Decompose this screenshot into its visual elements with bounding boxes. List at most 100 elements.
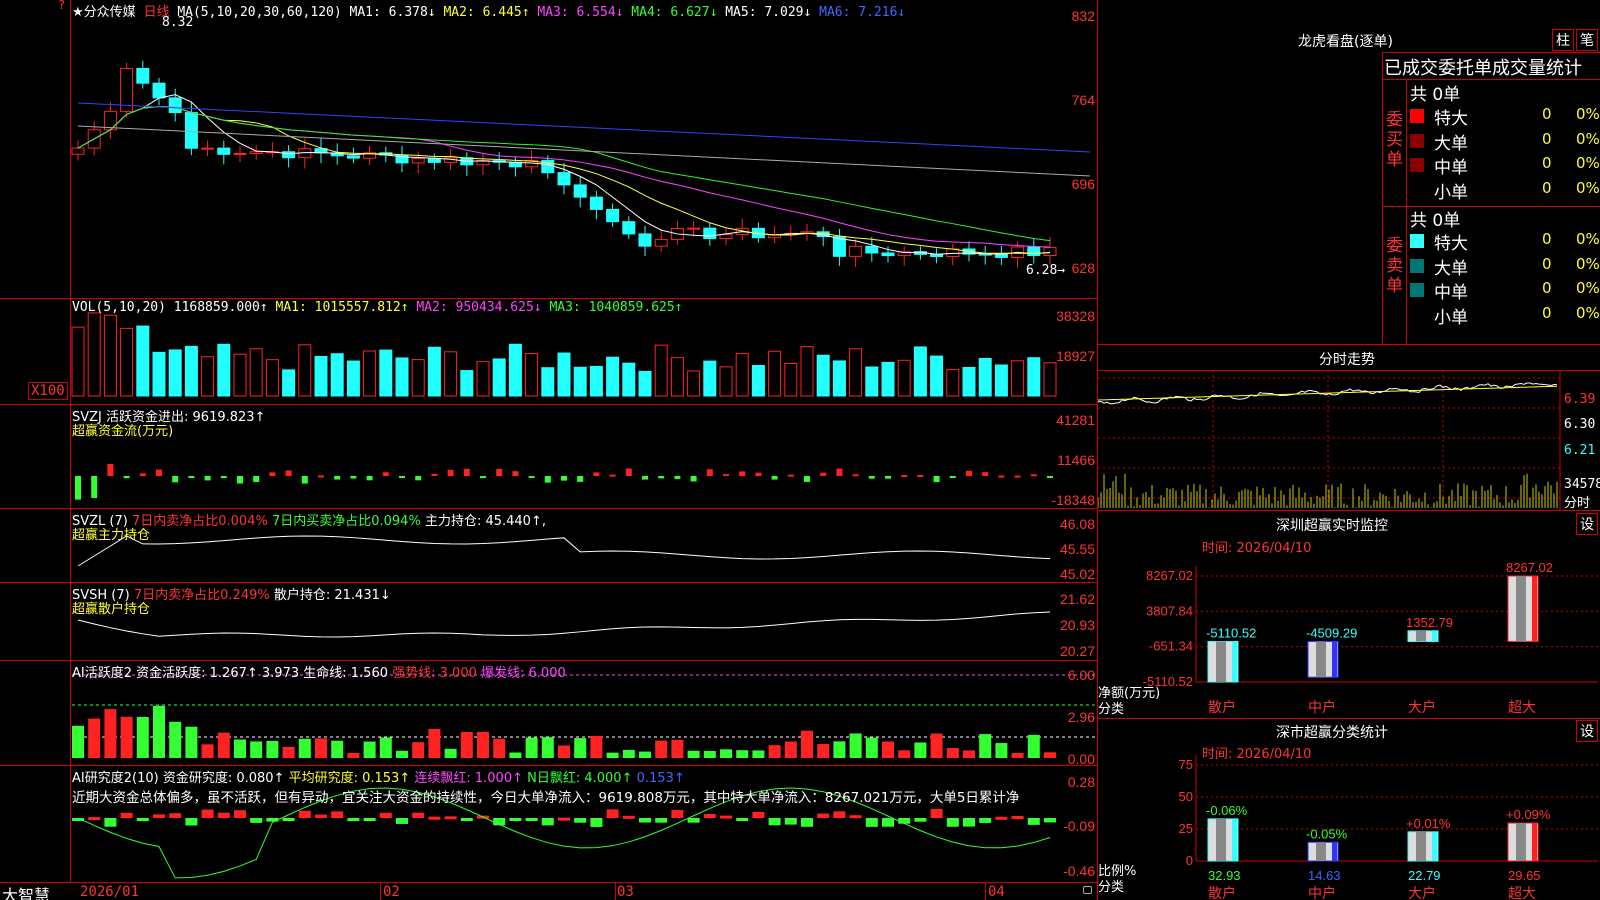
- low-price-mark: 6.28→: [1026, 263, 1066, 278]
- ai2-bar: [217, 812, 230, 818]
- ai2-bar: [509, 818, 522, 821]
- bar-percent-label: 22.79: [1408, 868, 1441, 883]
- ai1-bar: [655, 740, 668, 758]
- bar-value-label: +0.01%: [1406, 816, 1451, 831]
- ai1-bar: [963, 750, 975, 758]
- order-count: 0: [1542, 303, 1552, 322]
- volume-bar: [946, 369, 960, 397]
- svzj-bar: [690, 476, 697, 482]
- volume-bar: [622, 362, 636, 397]
- ma2-value: MA2: 6.445↑: [443, 5, 530, 20]
- ai2-bar: [849, 815, 862, 819]
- ai2-bar: [282, 818, 295, 821]
- volume-bar: [573, 366, 587, 397]
- svsh-axis-label: 20.27: [1059, 643, 1095, 659]
- volume-bar: [654, 344, 668, 397]
- volume-bar: [800, 346, 814, 397]
- ai1-axis-label: 0.00: [1067, 751, 1095, 767]
- order-size-row: 小单 0 0%: [1410, 303, 1600, 328]
- ai1-bar: [622, 749, 635, 758]
- ai1-bar: [331, 740, 344, 758]
- svzj-bar: [447, 469, 454, 476]
- volume-bar: [589, 365, 603, 397]
- svzj-bar: [933, 476, 940, 483]
- order-percent: 0%: [1576, 105, 1600, 123]
- svzj-bar: [1047, 476, 1053, 478]
- buy-order-label: 委买单: [1386, 110, 1403, 170]
- lhb-title: 龙虎看盘(逐单): [1298, 34, 1393, 50]
- ai2-bar: [801, 818, 813, 827]
- order-percent: 0%: [1576, 279, 1600, 297]
- ai1-bar: [88, 718, 101, 758]
- ai2-bar: [185, 818, 198, 826]
- ai2-t4: N日飘红: 4.000↑: [527, 771, 633, 786]
- volume-bar: [314, 355, 328, 397]
- bar-group: [1407, 630, 1439, 643]
- candle-body: [1043, 247, 1057, 256]
- volume-bar: [233, 353, 247, 397]
- ai2-bar: [946, 818, 959, 827]
- x-date-label: 2026/01: [80, 884, 140, 900]
- order-count: 0: [1542, 230, 1552, 248]
- volume-bar: [395, 357, 409, 397]
- order-size-name: 小单: [1434, 182, 1468, 203]
- ai1-bar: [995, 743, 1008, 758]
- ai1-bar: [217, 732, 230, 758]
- lhb-header: 已成交委托单成交量统计: [1384, 58, 1582, 79]
- sell-order-label: 委卖单: [1386, 236, 1403, 296]
- category-label: 超大: [1508, 700, 1536, 716]
- fenshi-chart[interactable]: [1098, 370, 1600, 510]
- ai2-bar: [752, 811, 765, 818]
- bar-group: [1207, 818, 1239, 862]
- volume-bar: [201, 356, 215, 397]
- volume-bar: [330, 353, 344, 397]
- category-label: 大户: [1408, 885, 1436, 900]
- order-color-swatch: [1410, 182, 1424, 197]
- svzj-bar: [75, 476, 81, 500]
- tick-mode-button[interactable]: 笔: [1576, 29, 1598, 51]
- svzj-axis-label: -18348: [1051, 492, 1095, 508]
- ai1-bar: [541, 737, 554, 758]
- ai1-bar: [671, 739, 684, 758]
- lock-icon[interactable]: [1083, 886, 1092, 894]
- column-mode-button[interactable]: 柱: [1552, 29, 1574, 51]
- ai2-bar: [136, 818, 149, 821]
- chart-area[interactable]: 832 764 696 628 ? ★分众传媒 日线 MA(5,10,20,30…: [0, 0, 1098, 900]
- ai1-bar: [477, 731, 489, 758]
- volume-bar: [460, 370, 474, 397]
- sz-monitor-settings-button[interactable]: 设: [1576, 513, 1598, 535]
- ai1-bar: [687, 750, 700, 758]
- ai1-bar: [898, 750, 911, 758]
- volume-bar: [363, 350, 377, 397]
- settings-arrow-icon[interactable]: ?: [58, 0, 65, 12]
- order-size-row: 特大 0 0%: [1410, 229, 1600, 254]
- ai1-bar: [379, 737, 392, 758]
- order-color-swatch: [1410, 158, 1424, 172]
- sz-class-settings-button[interactable]: 设: [1576, 720, 1598, 742]
- svzl-t2: 7日内买卖净占比0.094%: [271, 514, 421, 529]
- svzj-bar: [1030, 474, 1037, 477]
- volume-bar: [152, 351, 166, 397]
- ai1-bar: [768, 745, 781, 758]
- svzj-bar: [804, 476, 810, 482]
- ai2-bar: [833, 811, 846, 818]
- volume-bar: [816, 354, 830, 397]
- volume-bar: [541, 367, 555, 397]
- volume-bar: [703, 360, 717, 397]
- bar-shade: [1316, 641, 1326, 678]
- svzl-axis-label: 46.08: [1059, 516, 1095, 532]
- ai2-bar: [298, 810, 311, 818]
- volume-bar: [687, 370, 701, 397]
- order-percent: 0%: [1576, 178, 1600, 197]
- order-color-swatch: [1410, 234, 1424, 248]
- volume-bar: [217, 343, 231, 397]
- order-percent: 0%: [1576, 303, 1600, 322]
- volume-bar: [832, 360, 846, 397]
- volume-bar: [103, 314, 117, 397]
- ai2-bar: [817, 813, 830, 818]
- ai2-bar: [315, 814, 327, 818]
- volume-bar: [735, 353, 749, 397]
- candle-body: [346, 155, 360, 159]
- ai2-bar: [444, 816, 457, 820]
- svzj-bar: [399, 476, 405, 478]
